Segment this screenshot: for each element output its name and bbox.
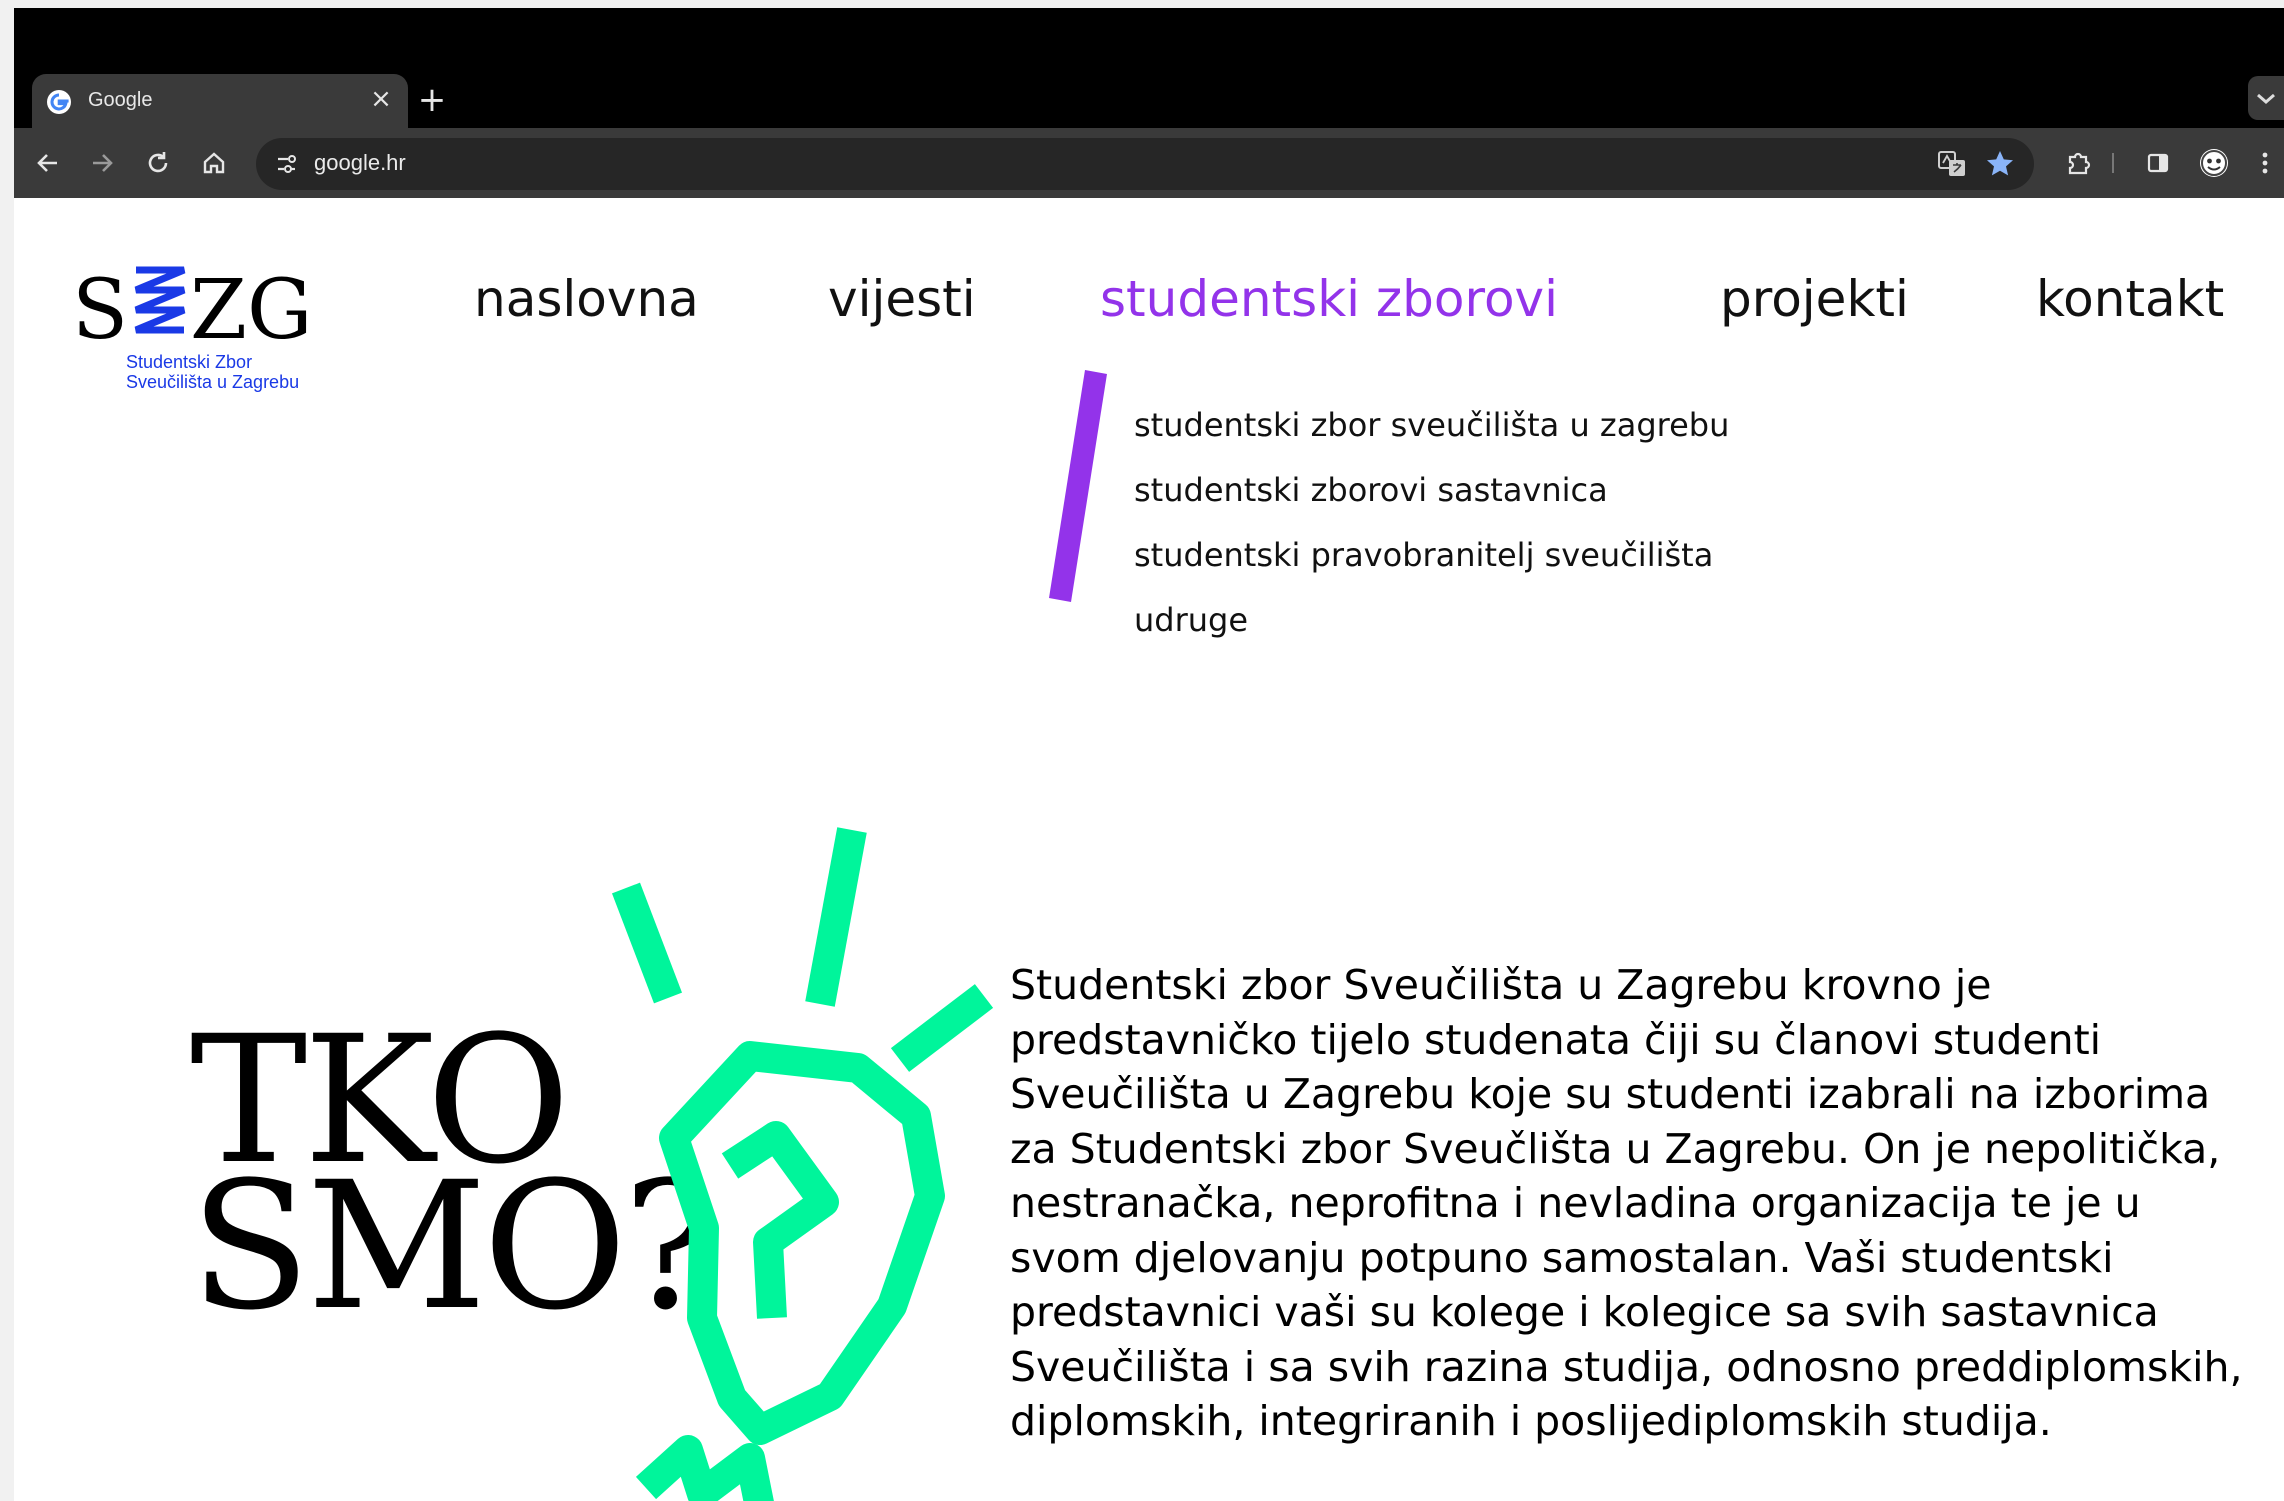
szzg-logo-mark: S ZG <box>72 263 312 352</box>
svg-text:S: S <box>72 263 128 352</box>
reload-icon[interactable] <box>138 143 178 183</box>
back-arrow-icon[interactable] <box>28 143 68 183</box>
home-icon[interactable] <box>194 143 234 183</box>
nav-naslovna[interactable]: naslovna <box>474 270 699 328</box>
tab-search-chevron-icon[interactable] <box>2248 76 2284 120</box>
nav-vijesti[interactable]: vijesti <box>828 270 976 328</box>
nav-studentski-zborovi[interactable]: studentski zborovi <box>1100 270 1558 328</box>
browser-toolbar: google.hr <box>14 128 2284 198</box>
tab-title: Google <box>88 89 153 111</box>
web-page: S ZG Studentski Zbor Sveučilišta u Zagre… <box>14 198 2284 1501</box>
submenu-item-szsz[interactable]: studentski zbor sveučilišta u zagrebu <box>1134 406 1729 444</box>
tab-google[interactable]: Google × <box>32 74 408 128</box>
toolbar-divider <box>2110 143 2116 183</box>
side-panel-icon[interactable] <box>2138 143 2178 183</box>
url-text: google.hr <box>314 150 406 175</box>
submenu-item-pravobranitelj[interactable]: studentski pravobranitelj sveučilišta <box>1134 536 1713 574</box>
forward-arrow-icon[interactable] <box>82 143 122 183</box>
browser-window: Google × + google.hr S ZG Studentski Zbo… <box>14 8 2284 1501</box>
extensions-icon[interactable] <box>2058 143 2098 183</box>
address-bar[interactable]: google.hr <box>256 138 2034 190</box>
submenu-item-sastavnice[interactable]: studentski zborovi sastavnica <box>1134 471 1608 509</box>
site-info-icon[interactable] <box>266 144 306 184</box>
logo-caption: Studentski Zbor Sveučilišta u Zagrebu <box>126 352 299 392</box>
close-tab-icon[interactable]: × <box>366 84 396 114</box>
submenu-accent-bar <box>1049 370 1107 602</box>
logo-line-1: Studentski Zbor <box>126 352 253 372</box>
logo-line-2: Sveučilišta u Zagrebu <box>126 372 300 392</box>
nav-projekti[interactable]: projekti <box>1720 270 1909 328</box>
new-tab-button[interactable]: + <box>412 80 452 120</box>
google-g-icon <box>46 89 72 115</box>
tab-strip: Google × + <box>14 8 2284 128</box>
translate-icon[interactable] <box>1934 146 1970 182</box>
lightbulb-illustration-icon <box>611 827 994 1501</box>
submenu-item-udruge[interactable]: udruge <box>1134 601 1248 639</box>
site-logo[interactable]: S ZG Studentski Zbor Sveučilišta u Zagre… <box>72 256 332 406</box>
menu-kebab-icon[interactable] <box>2250 143 2280 183</box>
about-paragraph: Studentski zbor Sveučilišta u Zagrebu kr… <box>1010 961 2243 1445</box>
nav-kontakt[interactable]: kontakt <box>2036 270 2224 328</box>
svg-text:ZG: ZG <box>190 263 312 352</box>
bookmark-star-icon[interactable] <box>1982 146 2018 182</box>
profile-avatar-icon[interactable] <box>2194 143 2234 183</box>
